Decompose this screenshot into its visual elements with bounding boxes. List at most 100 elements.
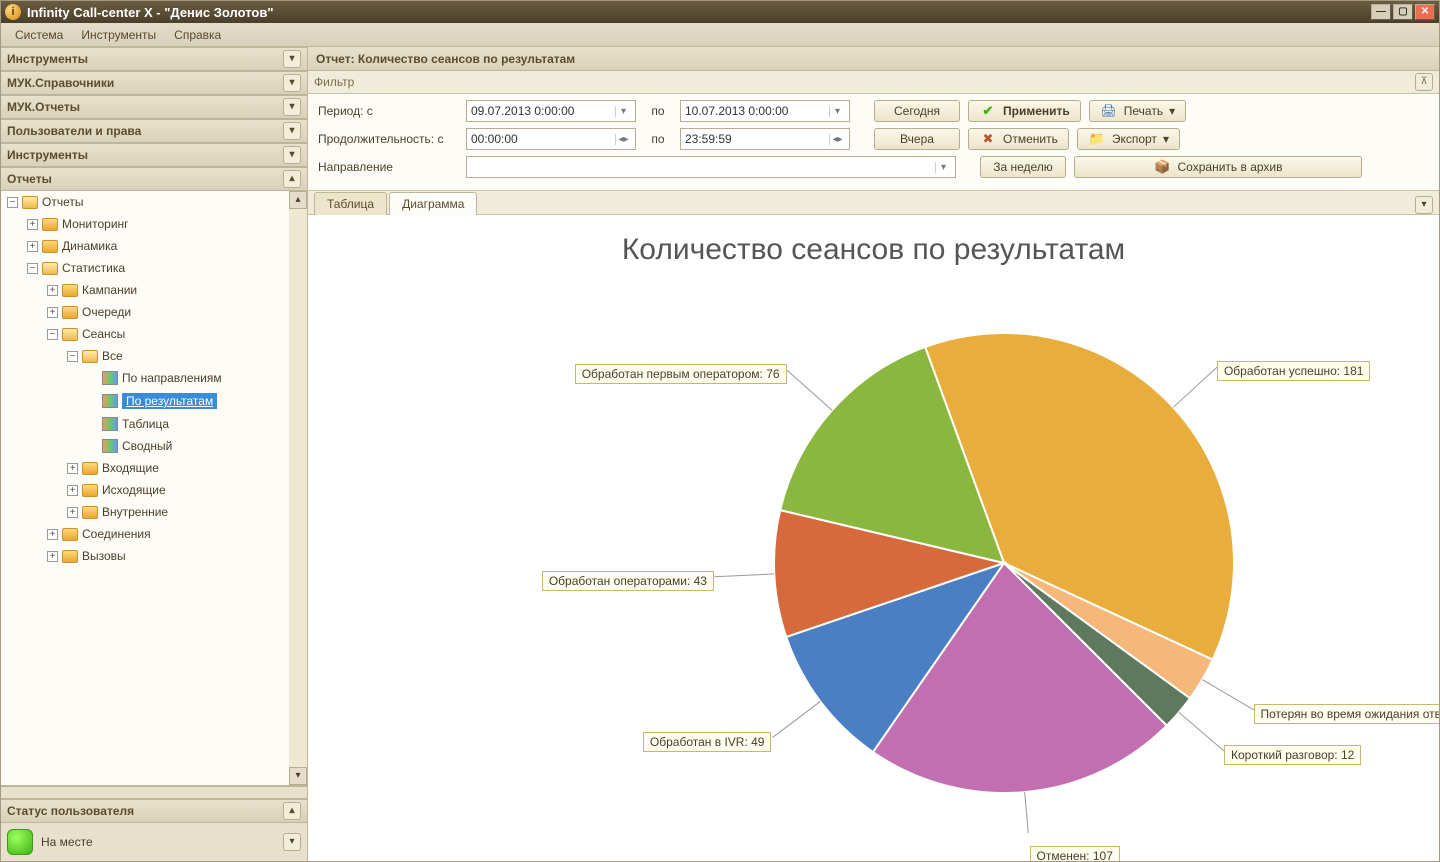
close-button[interactable]: ✕ <box>1415 4 1435 20</box>
expand-icon[interactable]: + <box>47 551 58 562</box>
export-button[interactable]: 📁Экспорт▾ <box>1077 128 1180 150</box>
input-date-from[interactable]: 09.07.2013 0:00:00▾ <box>466 100 636 122</box>
collapse-icon[interactable]: − <box>7 197 18 208</box>
minimize-button[interactable]: — <box>1371 4 1391 20</box>
chart-area: Количество сеансов по результатам Обрабо… <box>308 215 1439 861</box>
tree-campaigns[interactable]: +Кампании <box>45 279 307 301</box>
archive-button[interactable]: 📦Сохранить в архив <box>1074 156 1362 178</box>
tree-summary[interactable]: Сводный <box>85 435 307 457</box>
section-muk-reports[interactable]: МУК.Отчеты▾ <box>1 95 307 119</box>
status-row[interactable]: На месте ▾ <box>1 823 307 861</box>
sidebar-spacer <box>1 786 307 798</box>
collapse-icon[interactable]: − <box>47 329 58 340</box>
pie-callout: Потерян во время ожидания ответа: 15 <box>1254 704 1439 724</box>
spinner-icon[interactable]: ◂▸ <box>829 134 845 145</box>
tree-table[interactable]: Таблица <box>85 413 307 435</box>
cancel-button[interactable]: ✖Отменить <box>968 128 1069 150</box>
menu-help[interactable]: Справка <box>166 26 229 44</box>
today-button[interactable]: Сегодня <box>874 100 960 122</box>
tree-scrollbar[interactable]: ▴ ▾ <box>289 191 307 785</box>
folder-icon <box>82 462 98 475</box>
tree-all[interactable]: −Все <box>65 345 307 367</box>
chart-icon <box>102 394 118 408</box>
tree-outgoing[interactable]: +Исходящие <box>65 479 307 501</box>
folder-icon <box>62 284 78 297</box>
chart-icon <box>102 371 118 385</box>
tree-internal[interactable]: +Внутренние <box>65 501 307 523</box>
expand-icon[interactable]: + <box>47 529 58 540</box>
tree-monitoring[interactable]: +Мониторинг <box>25 213 307 235</box>
tree-stats[interactable]: −Статистика <box>25 257 307 279</box>
status-header-label: Статус пользователя <box>7 804 134 818</box>
expand-icon[interactable]: + <box>67 485 78 496</box>
pin-icon[interactable]: ⊼ <box>1415 73 1433 91</box>
chevron-down-icon[interactable]: ▾ <box>1415 196 1433 214</box>
tree-sessions[interactable]: −Сеансы <box>45 323 307 345</box>
expand-icon[interactable]: + <box>67 463 78 474</box>
expand-icon[interactable]: + <box>27 219 38 230</box>
status-text: На месте <box>41 835 93 849</box>
tree-by-result[interactable]: По результатам <box>85 389 307 413</box>
section-users[interactable]: Пользователи и права ▾ <box>1 119 307 143</box>
dropdown-icon[interactable]: ▾ <box>615 106 631 117</box>
chevron-down-icon[interactable]: ▾ <box>283 74 301 92</box>
menu-tools[interactable]: Инструменты <box>73 26 164 44</box>
tree-connections[interactable]: +Соединения <box>45 523 307 545</box>
print-button[interactable]: 🖨Печать▾ <box>1089 100 1186 122</box>
tree-calls[interactable]: +Вызовы <box>45 545 307 567</box>
export-icon: 📁 <box>1088 131 1106 147</box>
week-button[interactable]: За неделю <box>980 156 1066 178</box>
dropdown-icon[interactable]: ▾ <box>1169 104 1175 118</box>
yesterday-button[interactable]: Вчера <box>874 128 960 150</box>
x-icon: ✖ <box>979 131 997 147</box>
report-title: Отчет: Количество сеансов по результатам <box>316 52 575 66</box>
chevron-down-icon[interactable]: ▾ <box>283 146 301 164</box>
presence-icon <box>7 829 33 855</box>
expand-icon[interactable]: + <box>67 507 78 518</box>
label-to: по <box>644 104 672 118</box>
dropdown-icon[interactable]: ▾ <box>1163 132 1169 146</box>
dropdown-icon[interactable]: ▾ <box>935 162 951 173</box>
expand-icon[interactable]: + <box>27 241 38 252</box>
collapse-icon[interactable]: − <box>67 351 78 362</box>
tree-queues[interactable]: +Очереди <box>45 301 307 323</box>
tab-diagram[interactable]: Диаграмма <box>389 192 477 215</box>
dropdown-icon[interactable]: ▾ <box>829 106 845 117</box>
maximize-button[interactable]: ▢ <box>1393 4 1413 20</box>
expand-icon[interactable]: + <box>47 307 58 318</box>
input-direction[interactable]: ▾ <box>466 156 956 178</box>
pie-callout: Обработан операторами: 43 <box>542 571 714 591</box>
scroll-down-icon[interactable]: ▾ <box>289 767 307 785</box>
tree-incoming[interactable]: +Входящие <box>65 457 307 479</box>
chevron-down-icon[interactable]: ▾ <box>283 122 301 140</box>
input-time-to[interactable]: 23:59:59◂▸ <box>680 128 850 150</box>
chevron-up-icon[interactable]: ▴ <box>283 170 301 188</box>
spinner-icon[interactable]: ◂▸ <box>615 134 631 145</box>
tree-root[interactable]: −Отчеты <box>5 191 307 213</box>
tree-dynamics[interactable]: +Динамика <box>25 235 307 257</box>
collapse-icon[interactable]: − <box>27 263 38 274</box>
section-label: Пользователи и права <box>7 124 141 138</box>
menu-system[interactable]: Система <box>7 26 71 44</box>
status-header: Статус пользователя ▴ <box>1 799 307 823</box>
expand-icon[interactable]: + <box>47 285 58 296</box>
chevron-down-icon[interactable]: ▾ <box>283 833 301 851</box>
folder-open-icon <box>82 350 98 363</box>
sidebar-header-tools: Инструменты ▾ <box>1 47 307 71</box>
section-label: МУК.Справочники <box>7 76 114 90</box>
window-title: Infinity Call-center X - "Денис Золотов" <box>27 5 1371 20</box>
scroll-up-icon[interactable]: ▴ <box>289 191 307 209</box>
chevron-up-icon[interactable]: ▴ <box>283 802 301 820</box>
chevron-down-icon[interactable]: ▾ <box>283 98 301 116</box>
tab-table[interactable]: Таблица <box>314 192 387 215</box>
tree-by-direction[interactable]: По направлениям <box>85 367 307 389</box>
section-sprav[interactable]: МУК.Справочники ▾ <box>1 71 307 95</box>
input-date-to[interactable]: 10.07.2013 0:00:00▾ <box>680 100 850 122</box>
input-time-from[interactable]: 00:00:00◂▸ <box>466 128 636 150</box>
section-tools[interactable]: Инструменты▾ <box>1 143 307 167</box>
section-reports[interactable]: Отчеты▴ <box>1 167 307 191</box>
label-period-from: Период: с <box>318 104 458 118</box>
chevron-down-icon[interactable]: ▾ <box>283 50 301 68</box>
apply-button[interactable]: ✔Применить <box>968 100 1081 122</box>
main-area: Отчет: Количество сеансов по результатам… <box>308 47 1439 861</box>
